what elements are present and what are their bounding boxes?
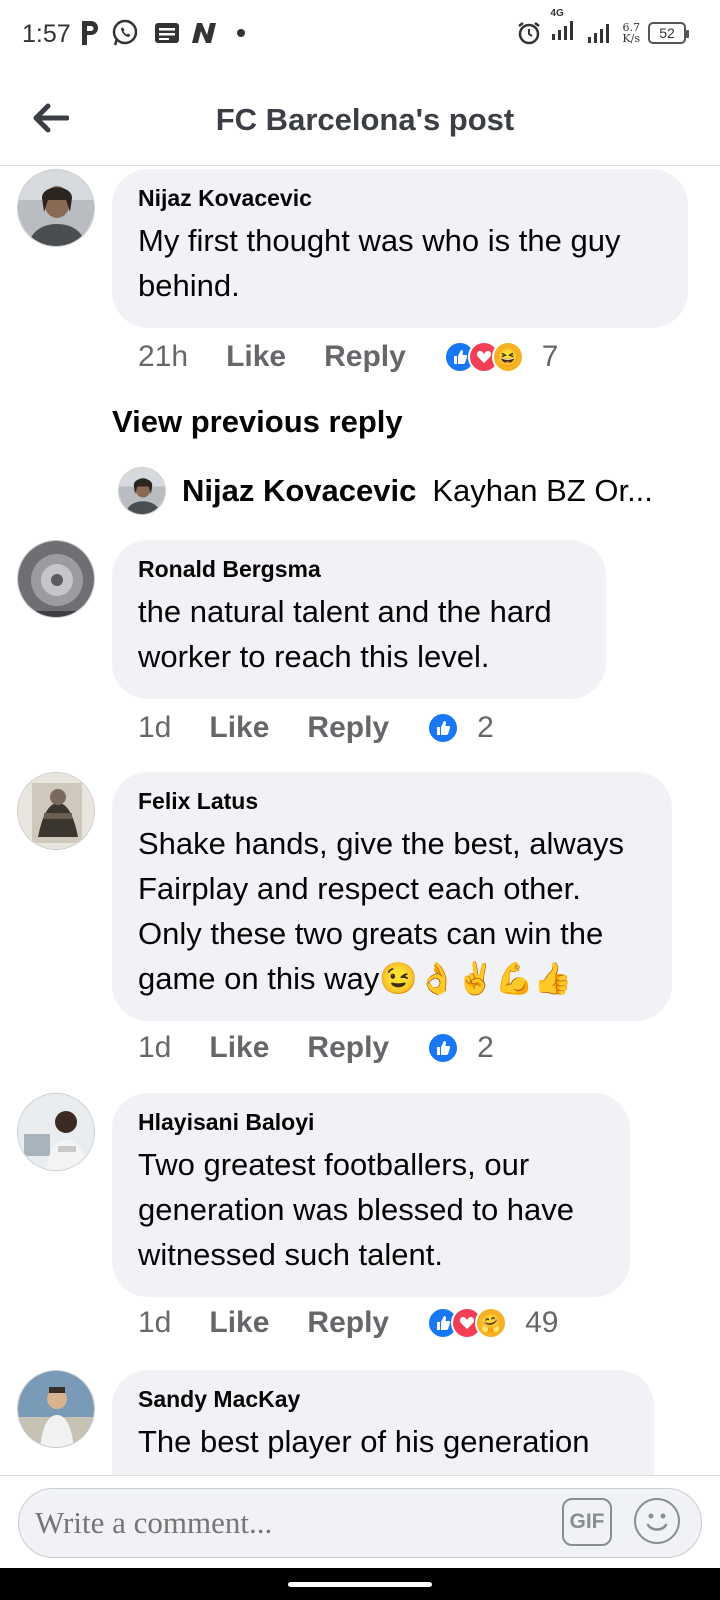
gif-label: GIF	[569, 1510, 605, 1533]
reaction-count[interactable]: 49	[525, 1306, 558, 1340]
signal-4g-icon: 4G	[550, 8, 578, 47]
reply-author[interactable]: Nijaz Kovacevic	[182, 473, 416, 509]
more-notifications-dot-icon	[236, 18, 246, 48]
comment-bubble[interactable]: Hlayisani Baloyi Two greatest footballer…	[112, 1093, 630, 1297]
avatar[interactable]	[17, 1370, 95, 1448]
like-reaction-icon	[427, 1032, 460, 1064]
reply-snippet: Kayhan BZ Or...	[432, 473, 653, 508]
view-previous-reply-link[interactable]: View previous reply	[112, 404, 403, 440]
page-title: FC Barcelona's post	[215, 102, 515, 137]
status-time: 1:57	[22, 20, 71, 48]
gif-button[interactable]: GIF	[562, 1498, 612, 1546]
reply-button[interactable]: Reply	[307, 1306, 389, 1340]
avatar[interactable]	[17, 169, 95, 247]
avatar[interactable]	[17, 1093, 95, 1171]
network-speed: 6.7 K/s	[622, 22, 640, 44]
comment-composer: GIF	[0, 1475, 720, 1568]
network-speed-unit: K/s	[622, 31, 640, 45]
like-button[interactable]: Like	[209, 1306, 269, 1340]
reactions-summary[interactable]: 🤗	[427, 1307, 508, 1339]
whatsapp-notification-icon	[110, 18, 140, 48]
system-navigation-bar	[0, 1568, 720, 1600]
alarm-icon	[518, 21, 541, 44]
comment-time[interactable]: 1d	[138, 1031, 171, 1065]
n-app-notification-icon	[188, 18, 220, 48]
comment-actions: 1d Like Reply 🤗 49	[138, 1303, 558, 1343]
status-bar: 1:57 4G 6.7 K/s 52	[0, 0, 720, 72]
post-header: FC Barcelona's post	[0, 72, 720, 166]
comment-actions: 21h Like Reply 😆 7	[138, 337, 558, 377]
comment-actions: 1d Like Reply 2	[138, 1028, 494, 1068]
reactions-summary[interactable]	[427, 1032, 460, 1064]
like-button[interactable]: Like	[209, 1031, 269, 1065]
reaction-count[interactable]: 2	[477, 711, 494, 745]
comment-bubble[interactable]: Ronald Bergsma the natural talent and th…	[112, 540, 606, 699]
comment-bubble[interactable]: Nijaz Kovacevic My first thought was who…	[112, 169, 688, 328]
comment-bubble[interactable]: Sandy MacKay The best player of his gene…	[112, 1370, 654, 1475]
comment-bubble[interactable]: Felix Latus Shake hands, give the best, …	[112, 772, 672, 1021]
comment-author[interactable]: Nijaz Kovacevic	[138, 185, 662, 212]
reaction-count[interactable]: 2	[477, 1031, 494, 1065]
reactions-summary[interactable]	[427, 712, 460, 744]
news-notification-icon	[154, 18, 180, 48]
comment-author[interactable]: Hlayisani Baloyi	[138, 1109, 604, 1136]
comment-author[interactable]: Sandy MacKay	[138, 1386, 628, 1413]
reactions-summary[interactable]: 😆	[443, 341, 524, 373]
reply-button[interactable]: Reply	[324, 340, 406, 374]
reaction-count[interactable]: 7	[542, 340, 559, 374]
comment-time[interactable]: 1d	[138, 711, 171, 745]
home-gesture-handle[interactable]	[288, 1582, 432, 1587]
status-right-cluster: 4G 6.7 K/s 52	[516, 8, 689, 47]
comment-text: My first thought was who is the guy behi…	[138, 223, 621, 303]
avatar[interactable]	[17, 772, 95, 850]
battery-icon: 52	[648, 21, 689, 44]
comment-text: Shake hands, give the best, always Fairp…	[138, 826, 624, 996]
signal-strength-icon	[588, 23, 610, 43]
reply-button[interactable]: Reply	[307, 711, 389, 745]
battery-level: 52	[659, 24, 675, 41]
avatar[interactable]	[17, 540, 95, 618]
network-speed-value: 6.7	[622, 20, 640, 34]
comment-time[interactable]: 21h	[138, 340, 188, 374]
comment-text: Two greatest footballers, our generation…	[138, 1147, 575, 1272]
like-button[interactable]: Like	[226, 340, 286, 374]
care-reaction-icon: 🤗	[475, 1307, 508, 1339]
pinterest-notification-icon	[78, 18, 102, 48]
avatar[interactable]	[118, 467, 166, 515]
emoji-button[interactable]	[634, 1498, 680, 1544]
reply-button[interactable]: Reply	[307, 1031, 389, 1065]
comment-actions: 1d Like Reply 2	[138, 708, 494, 748]
comment-text: the natural talent and the hard worker t…	[138, 594, 552, 674]
comment-author[interactable]: Felix Latus	[138, 788, 646, 815]
comment-text: The best player of his generation	[138, 1424, 590, 1459]
like-button[interactable]: Like	[209, 711, 269, 745]
haha-reaction-icon: 😆	[491, 341, 524, 373]
comment-author[interactable]: Ronald Bergsma	[138, 556, 580, 583]
reply-preview[interactable]: Nijaz Kovacevic Kayhan BZ Or...	[118, 467, 678, 515]
like-reaction-icon	[427, 712, 460, 744]
comment-time[interactable]: 1d	[138, 1306, 171, 1340]
network-type: 4G	[550, 8, 564, 19]
smiley-icon	[646, 1513, 668, 1531]
comments-list[interactable]: Nijaz Kovacevic My first thought was who…	[0, 167, 720, 1475]
